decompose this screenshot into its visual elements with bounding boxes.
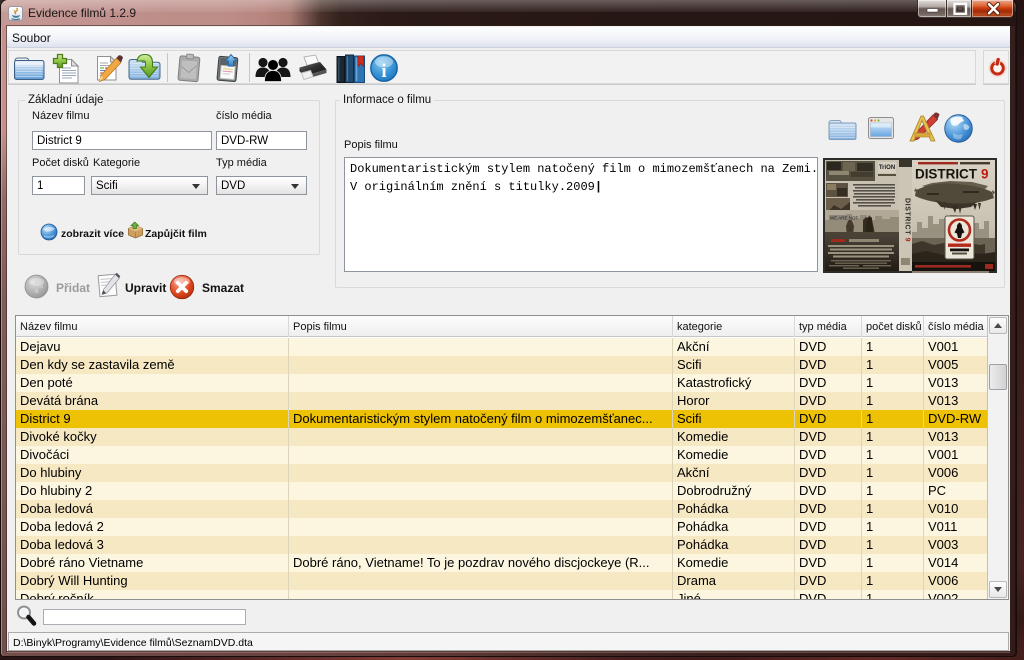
svg-text:DISTRICT: DISTRICT (915, 167, 978, 182)
svg-text:WE ARE NOT: WE ARE NOT (830, 216, 859, 221)
svg-text:9: 9 (981, 167, 989, 182)
svg-text:DISTRICT 9: DISTRICT 9 (904, 198, 911, 242)
svg-text:i: i (381, 61, 386, 82)
svg-text:TriON: TriON (879, 165, 895, 171)
